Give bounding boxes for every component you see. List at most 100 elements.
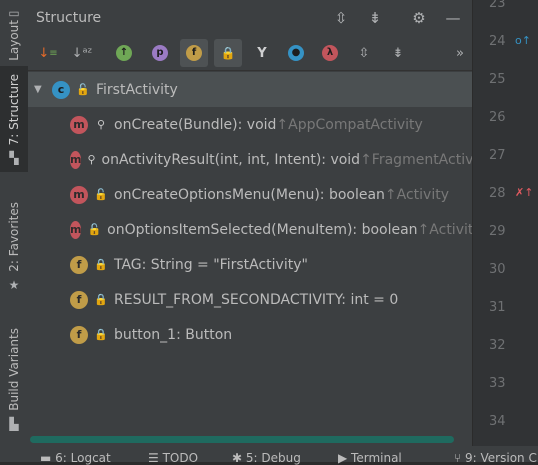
show-interfaces-button[interactable]: ● bbox=[282, 39, 310, 67]
expand-icon: ⇳ bbox=[358, 45, 370, 61]
private-icon: 🔒 bbox=[94, 293, 108, 306]
sort-by-visibility-button[interactable]: ↓ ≡ bbox=[34, 39, 62, 67]
line-number: 34 bbox=[489, 414, 506, 429]
property-icon: p bbox=[152, 45, 168, 61]
todo-tab-label: TODO bbox=[162, 451, 199, 465]
layout-tab-label: Layout bbox=[7, 20, 21, 61]
favorites-tab[interactable]: 2: Favorites ★ bbox=[0, 196, 28, 296]
build-variants-tab-label: Build Variants bbox=[7, 328, 21, 411]
structure-toolbar: ↓ ≡ ↓ᵃᶻ ↑ p f 🔒 Y ● λ ⇳ ⇟ » bbox=[28, 36, 472, 71]
tree-item[interactable]: f 🔒 TAG: String = "FirstActivity" bbox=[28, 247, 472, 282]
public-icon: 🔓 bbox=[87, 223, 102, 236]
bottom-tool-bar: ▬ 6: Logcat ☰ TODO ✱ 5: Debug ▶ Terminal… bbox=[28, 446, 538, 465]
private-icon: 🔒 bbox=[94, 258, 108, 271]
debug-tab[interactable]: ✱ 5: Debug bbox=[232, 451, 301, 465]
public-icon: 🔓 bbox=[94, 188, 108, 201]
item-super: ↑AppCompatActivity bbox=[276, 116, 423, 133]
sort-visibility-icon: ↓ bbox=[38, 45, 50, 61]
show-lambdas-button[interactable]: λ bbox=[316, 39, 344, 67]
error-marker-icon[interactable]: ✗↑ bbox=[515, 186, 533, 199]
sort-alpha-icon: ↓ᵃᶻ bbox=[71, 45, 93, 61]
item-name: onOptionsItemSelected(MenuItem): boolean bbox=[107, 221, 418, 238]
expand-all-icon[interactable]: ⇳ bbox=[332, 9, 350, 27]
layout-icon: ▭ bbox=[8, 6, 20, 20]
item-name: onCreateOptionsMenu(Menu): boolean bbox=[114, 186, 385, 203]
star-icon: ★ bbox=[8, 277, 20, 292]
lambda-icon: λ bbox=[322, 45, 338, 61]
expand-button[interactable]: ⇳ bbox=[350, 39, 378, 67]
version-control-tab[interactable]: ⑂ 9: Version C bbox=[454, 451, 537, 465]
line-number: 33 bbox=[489, 376, 506, 391]
show-anonymous-button[interactable]: Y bbox=[248, 39, 276, 67]
structure-tab-label: 7: Structure bbox=[7, 74, 21, 146]
terminal-tab[interactable]: ▶ Terminal bbox=[338, 451, 402, 465]
anonymous-class-icon: Y bbox=[257, 45, 267, 61]
layout-captures-tab[interactable]: ▭ Layout bbox=[0, 0, 28, 61]
debug-tab-label: 5: Debug bbox=[245, 451, 301, 465]
panel-title: Structure bbox=[36, 10, 102, 26]
item-super: ↑FragmentActivi bbox=[360, 151, 478, 168]
protected-icon: ⚲ bbox=[96, 118, 106, 131]
line-number: 31 bbox=[489, 300, 506, 315]
chevron-right-icon: » bbox=[456, 45, 464, 61]
build-variants-tab[interactable]: Build Variants ▙ bbox=[0, 322, 28, 434]
tree-item[interactable]: m ⚲ onActivityResult(int, int, Intent): … bbox=[28, 142, 477, 177]
interface-icon: ● bbox=[288, 45, 304, 61]
chevron-down-icon[interactable]: ▼ bbox=[34, 84, 48, 95]
editor-gutter: 23 24 o↑ 25 26 27 28 ✗↑ 29 30 31 32 33 3… bbox=[472, 0, 538, 446]
terminal-tab-label: Terminal bbox=[351, 451, 402, 465]
line-number: 23 bbox=[489, 0, 506, 11]
hide-icon[interactable]: — bbox=[444, 9, 462, 27]
tree-item[interactable]: f 🔒 button_1: Button bbox=[28, 317, 472, 352]
todo-tab[interactable]: ☰ TODO bbox=[148, 451, 198, 465]
protected-icon: ⚲ bbox=[87, 153, 96, 166]
method-icon: m bbox=[70, 220, 82, 239]
logcat-tab-label: 6: Logcat bbox=[55, 451, 111, 465]
sort-alphabetically-button[interactable]: ↓ᵃᶻ bbox=[68, 39, 96, 67]
todo-icon: ☰ bbox=[148, 451, 163, 465]
tree-root-row[interactable]: ▼ c 🔓 FirstActivity bbox=[28, 72, 472, 107]
line-number: 24 bbox=[489, 34, 506, 49]
method-icon: m bbox=[70, 150, 82, 169]
line-number: 30 bbox=[489, 262, 506, 277]
class-name: FirstActivity bbox=[96, 81, 178, 98]
tree-item[interactable]: m 🔓 onCreateOptionsMenu(Menu): boolean ↑… bbox=[28, 177, 472, 212]
logcat-tab[interactable]: ▬ 6: Logcat bbox=[40, 451, 111, 465]
version-control-tab-label: 9: Version C bbox=[465, 451, 537, 465]
tree-item[interactable]: m 🔓 onOptionsItemSelected(MenuItem): boo… bbox=[28, 212, 482, 247]
collapse-button[interactable]: ⇟ bbox=[384, 39, 412, 67]
item-name: RESULT_FROM_SECONDACTIVITY: int = 0 bbox=[114, 291, 399, 308]
field-icon: f bbox=[186, 45, 202, 61]
lock-icon: 🔒 bbox=[220, 46, 236, 60]
terminal-icon: ▶ bbox=[338, 451, 352, 465]
static-field-icon: f bbox=[70, 290, 88, 309]
more-button[interactable]: » bbox=[446, 39, 474, 67]
private-icon: 🔒 bbox=[94, 328, 108, 341]
item-name: TAG: String = "FirstActivity" bbox=[114, 256, 308, 273]
collapse-all-icon[interactable]: ⇟ bbox=[366, 9, 384, 27]
class-icon: c bbox=[52, 80, 70, 99]
item-super: ↑Activity bbox=[384, 186, 450, 203]
override-marker-icon[interactable]: o↑ bbox=[515, 34, 531, 47]
structure-icon: ▚ bbox=[9, 151, 19, 166]
item-name: onCreate(Bundle): void bbox=[114, 116, 277, 133]
show-inherited-button[interactable]: ↑ bbox=[110, 39, 138, 67]
show-properties-button[interactable]: p bbox=[146, 39, 174, 67]
show-fields-button[interactable]: f bbox=[180, 39, 208, 67]
public-icon: 🔓 bbox=[76, 83, 90, 96]
method-icon: m bbox=[70, 115, 88, 134]
panel-header: Structure ⇳ ⇟ ⚙ — bbox=[28, 0, 472, 36]
structure-panel: Structure ⇳ ⇟ ⚙ — ↓ ≡ ↓ᵃᶻ ↑ p f 🔒 Y ● λ ⇳… bbox=[28, 0, 482, 462]
logcat-icon: ▬ bbox=[40, 451, 56, 465]
horizontal-scrollbar[interactable] bbox=[30, 436, 454, 443]
gear-icon[interactable]: ⚙ bbox=[410, 9, 428, 27]
favorites-tab-label: 2: Favorites bbox=[7, 202, 21, 272]
show-non-public-button[interactable]: 🔒 bbox=[214, 39, 242, 67]
build-variants-icon: ▙ bbox=[9, 416, 19, 431]
line-number: 29 bbox=[489, 224, 506, 239]
tree-item[interactable]: f 🔒 RESULT_FROM_SECONDACTIVITY: int = 0 bbox=[28, 282, 472, 317]
inherited-icon: ↑ bbox=[116, 45, 132, 61]
tree-item[interactable]: m ⚲ onCreate(Bundle): void ↑AppCompatAct… bbox=[28, 107, 472, 142]
structure-tab[interactable]: 7: Structure ▚ bbox=[0, 66, 28, 172]
line-number: 28 bbox=[489, 186, 506, 201]
